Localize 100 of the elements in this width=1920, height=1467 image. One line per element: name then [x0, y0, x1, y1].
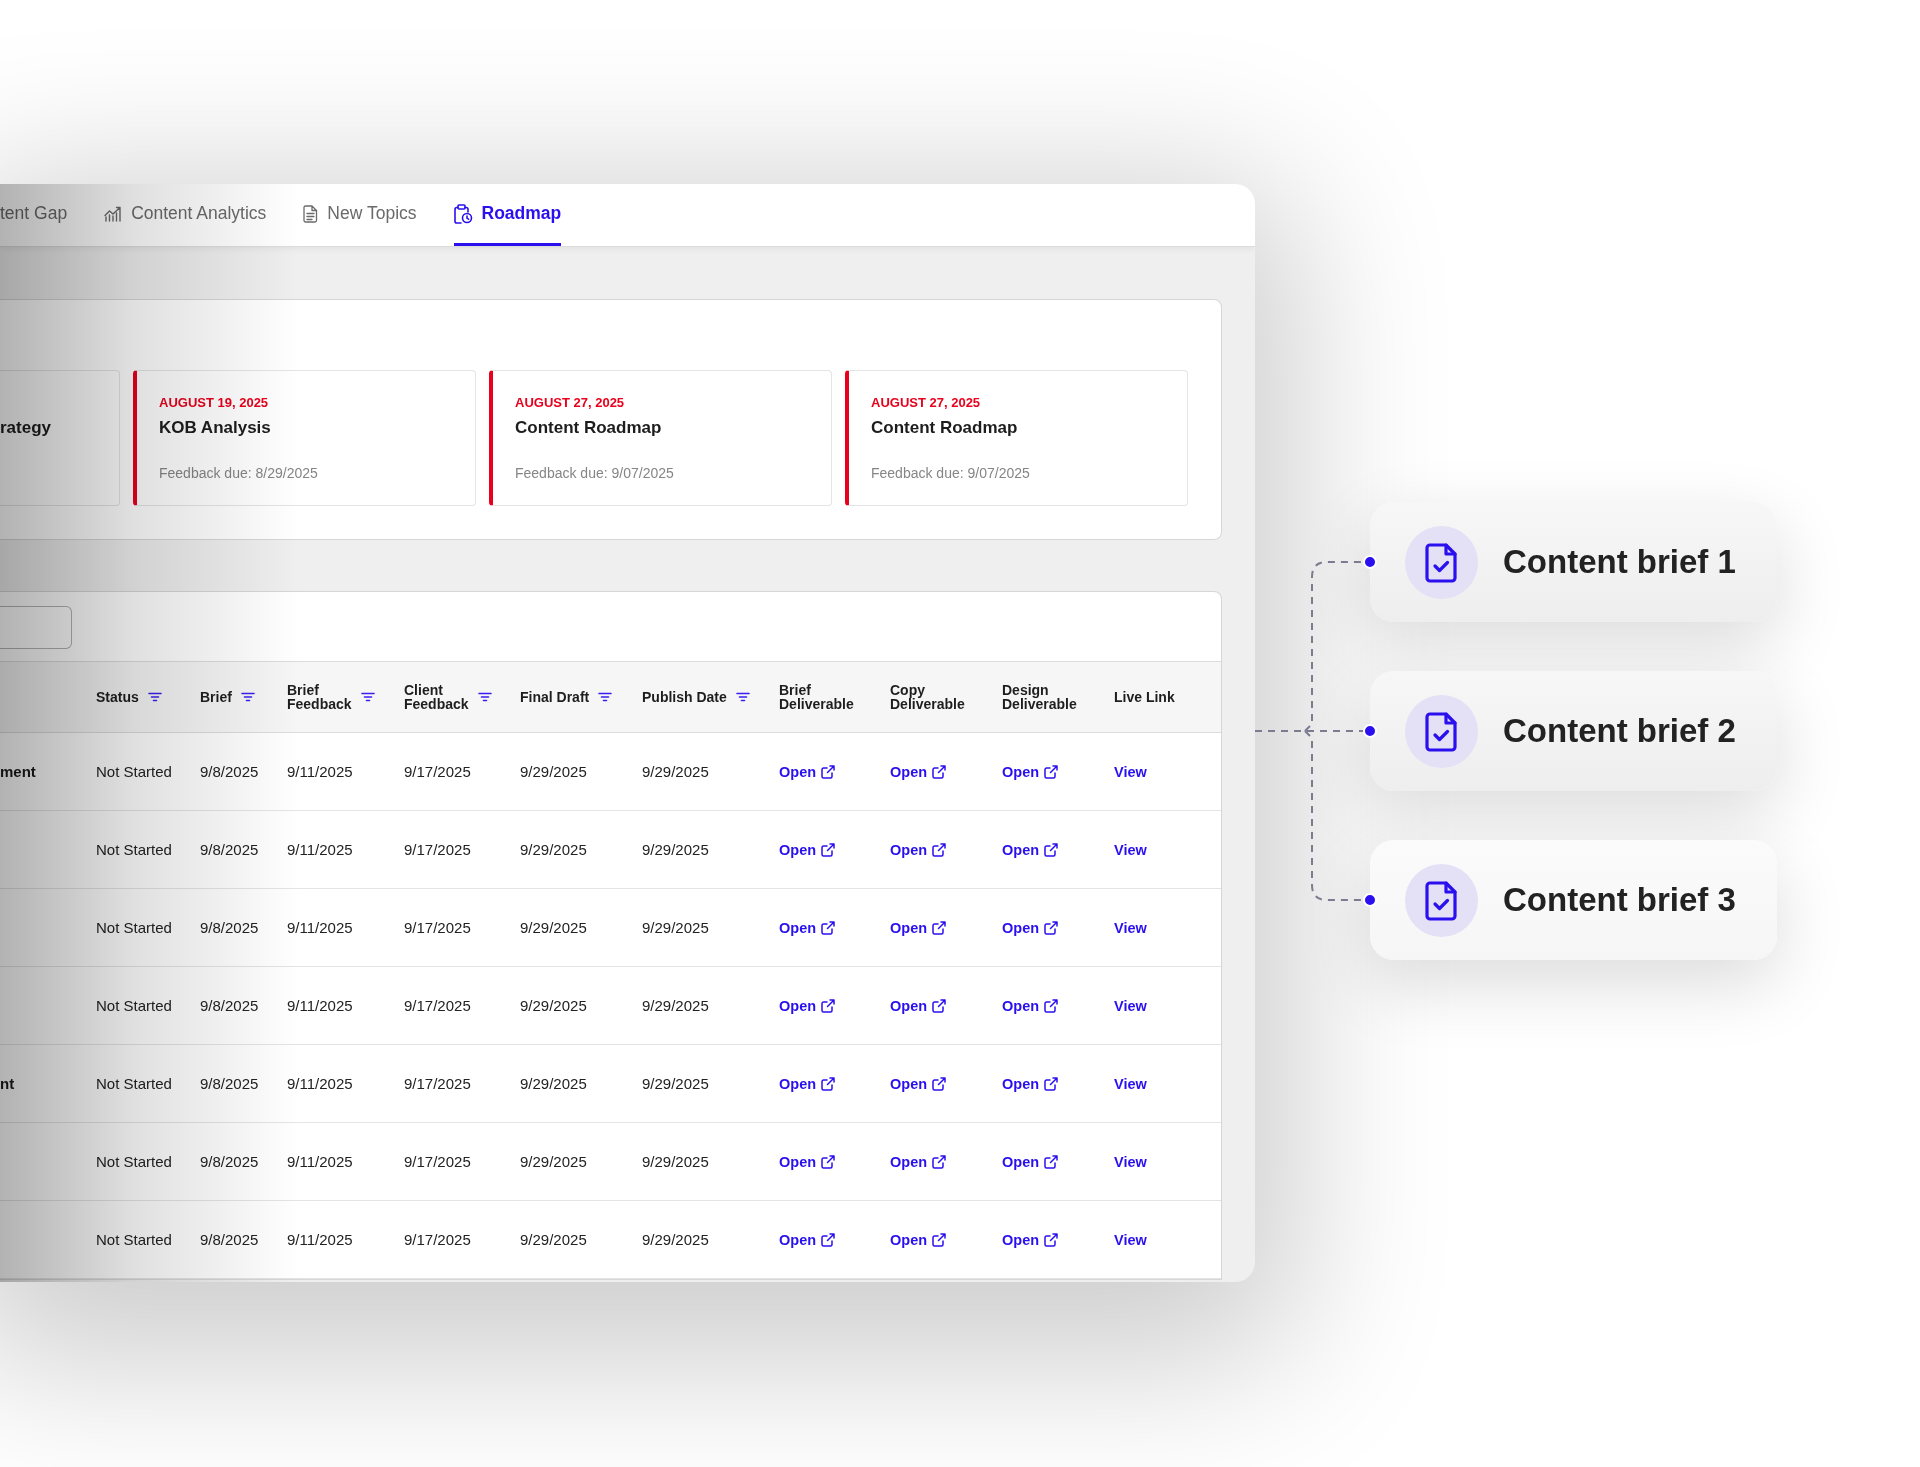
open-link[interactable]: Open — [1002, 998, 1059, 1014]
filter-icon[interactable] — [360, 692, 375, 702]
table-cell: 9/8/2025 — [200, 1044, 287, 1123]
view-link[interactable]: View — [1114, 920, 1147, 936]
table-cell: 9/8/2025 — [200, 732, 287, 811]
chart-icon — [104, 205, 123, 222]
table-cell: 9/8/2025 — [200, 888, 287, 967]
table-cell: 9/29/2025 — [642, 966, 779, 1045]
table-cell: 9/8/2025 — [200, 966, 287, 1045]
view-link[interactable]: View — [1114, 998, 1147, 1014]
milestone-title: KOB Analysis — [159, 417, 272, 439]
open-link[interactable]: Open — [779, 920, 836, 936]
table-cell: 9/29/2025 — [520, 1122, 642, 1201]
milestone-title: Content Roadmap — [515, 417, 663, 439]
table-cell: 9/17/2025 — [404, 966, 520, 1045]
table-cell: 9/11/2025 — [287, 966, 404, 1045]
open-link[interactable]: Open — [1002, 764, 1059, 780]
table-cell: 9/29/2025 — [520, 732, 642, 811]
column-header: Brief — [200, 690, 232, 704]
filter-icon[interactable] — [477, 692, 492, 702]
view-link[interactable]: View — [1114, 1232, 1147, 1248]
external-link-icon — [932, 1155, 947, 1169]
table-cell: 9/8/2025 — [200, 1200, 287, 1279]
search-field[interactable] — [0, 606, 72, 649]
view-link[interactable]: View — [1114, 842, 1147, 858]
view-link[interactable]: View — [1114, 764, 1147, 780]
table-cell: 9/11/2025 — [287, 888, 404, 967]
table-cell: 9/29/2025 — [520, 1200, 642, 1279]
table-cell: nt — [0, 1044, 96, 1123]
filter-icon[interactable] — [598, 692, 613, 702]
open-link[interactable]: Open — [890, 998, 947, 1014]
open-link[interactable]: Open — [890, 1232, 947, 1248]
open-link[interactable]: Open — [1002, 1154, 1059, 1170]
open-link[interactable]: Open — [779, 1232, 836, 1248]
filter-icon[interactable] — [147, 692, 162, 702]
table-cell: 9/29/2025 — [642, 732, 779, 811]
column-header: Copy Deliverable — [890, 683, 965, 711]
column-header: Final Draft — [520, 690, 590, 704]
feedback-due: Feedback due: 9/07/2025 — [871, 464, 1031, 482]
tab[interactable]: Roadmap — [453, 184, 562, 246]
table-cell: Not Started — [96, 732, 200, 811]
filter-icon[interactable] — [240, 692, 255, 702]
view-link[interactable]: View — [1114, 1154, 1147, 1170]
tab[interactable]: New Topics — [303, 184, 417, 246]
external-link-icon — [1044, 1155, 1059, 1169]
brief-title: Content brief 2 — [1503, 712, 1736, 750]
external-link-icon — [821, 1077, 836, 1091]
open-link[interactable]: Open — [779, 764, 836, 780]
table-cell: ment — [0, 732, 96, 811]
open-link[interactable]: Open — [779, 1154, 836, 1170]
milestone-title: rategy — [0, 417, 53, 439]
open-link[interactable]: Open — [1002, 1076, 1059, 1092]
open-link[interactable]: Open — [1002, 1232, 1059, 1248]
table-cell: 9/29/2025 — [520, 1044, 642, 1123]
external-link-icon — [932, 921, 947, 935]
open-link[interactable]: Open — [890, 1076, 947, 1092]
document-check-icon — [1405, 863, 1478, 937]
table-cell: 9/29/2025 — [642, 1200, 779, 1279]
node-dot-icon — [1363, 724, 1377, 738]
external-link-icon — [932, 765, 947, 779]
document-icon — [303, 204, 319, 223]
feedback-due: Feedback due: 9/07/2025 — [515, 464, 675, 482]
open-link[interactable]: Open — [890, 920, 947, 936]
external-link-icon — [1044, 1233, 1059, 1247]
milestone-date: AUGUST 27, 2025 — [871, 395, 982, 411]
table-cell: 9/11/2025 — [287, 1122, 404, 1201]
table-cell: 9/8/2025 — [200, 810, 287, 889]
milestone-title: Content Roadmap — [871, 417, 1019, 439]
open-link[interactable]: Open — [779, 1076, 836, 1092]
filter-icon[interactable] — [735, 692, 750, 702]
external-link-icon — [1044, 843, 1059, 857]
external-link-icon — [1044, 999, 1059, 1013]
tab[interactable]: Content Analytics — [104, 184, 267, 246]
column-header: Design Deliverable — [1002, 683, 1077, 711]
open-link[interactable]: Open — [779, 842, 836, 858]
external-link-icon — [821, 921, 836, 935]
table-cell: Not Started — [96, 1044, 200, 1123]
external-link-icon — [932, 1233, 947, 1247]
open-link[interactable]: Open — [1002, 920, 1059, 936]
open-link[interactable]: Open — [890, 842, 947, 858]
external-link-icon — [932, 999, 947, 1013]
open-link[interactable]: Open — [890, 764, 947, 780]
table-cell: 9/17/2025 — [404, 810, 520, 889]
open-link[interactable]: Open — [779, 998, 836, 1014]
brief-title: Content brief 1 — [1503, 543, 1736, 581]
table-cell: 9/29/2025 — [642, 1122, 779, 1201]
column-header: Client Feedback — [404, 683, 469, 711]
external-link-icon — [932, 843, 947, 857]
view-link[interactable]: View — [1114, 1076, 1147, 1092]
external-link-icon — [821, 1233, 836, 1247]
document-check-icon — [1405, 525, 1478, 599]
tab[interactable]: tent Gap — [0, 184, 68, 246]
column-header: Brief Deliverable — [779, 683, 854, 711]
external-link-icon — [821, 765, 836, 779]
table-cell: Not Started — [96, 1122, 200, 1201]
open-link[interactable]: Open — [1002, 842, 1059, 858]
table-cell: 9/29/2025 — [642, 1044, 779, 1123]
table-cell: 9/29/2025 — [642, 810, 779, 889]
table-cell: 9/17/2025 — [404, 1200, 520, 1279]
open-link[interactable]: Open — [890, 1154, 947, 1170]
